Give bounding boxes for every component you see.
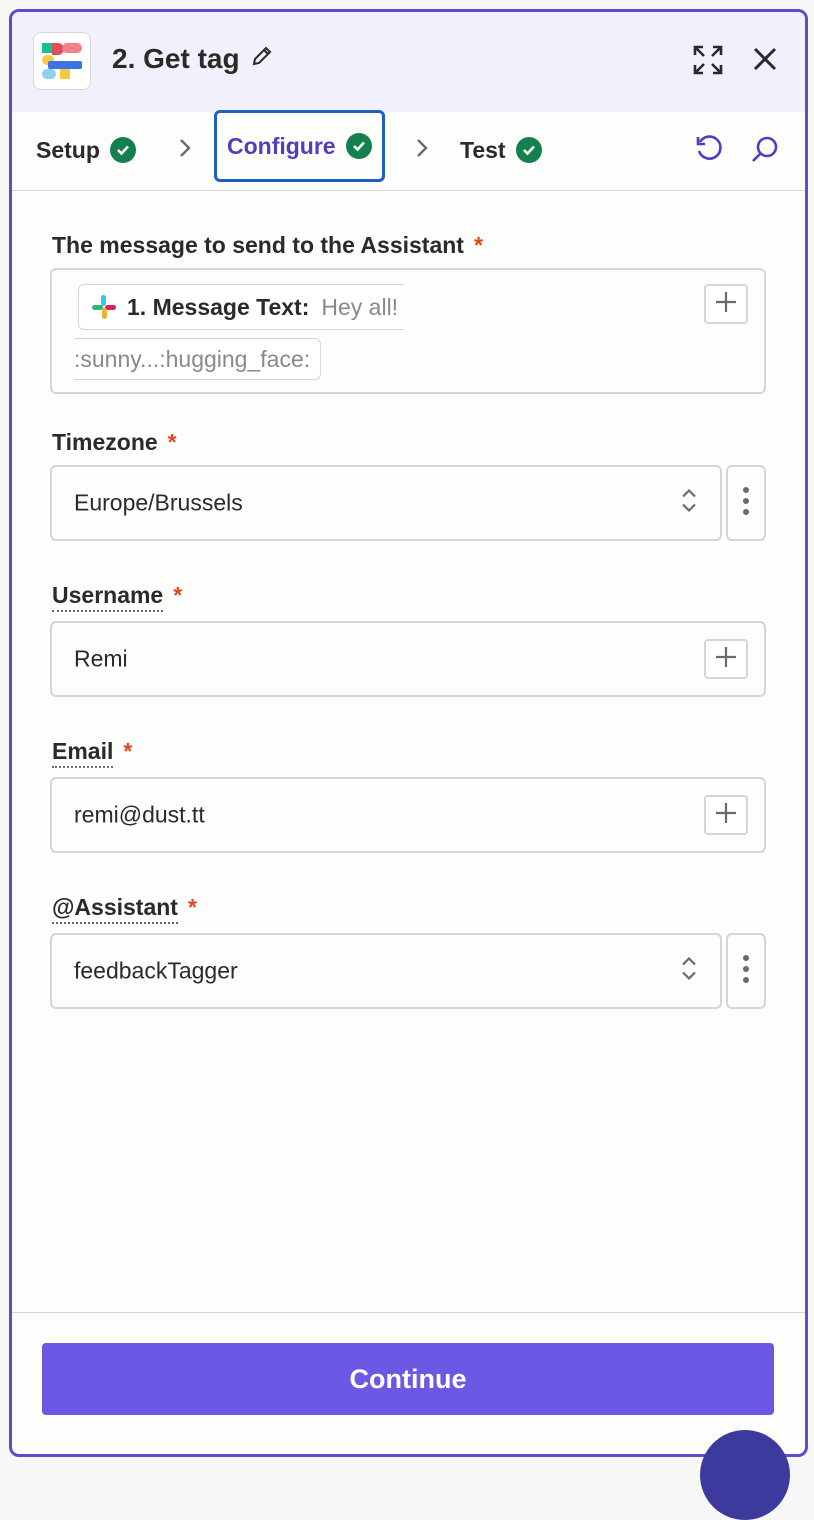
close-icon <box>752 46 778 77</box>
help-fab[interactable] <box>700 1430 790 1520</box>
plus-icon <box>714 801 738 830</box>
check-circle-icon <box>345 133 372 159</box>
username-value: Remi <box>74 645 128 672</box>
required-marker: * <box>187 894 197 920</box>
check-circle-icon <box>515 137 542 163</box>
plus-icon <box>714 645 738 674</box>
required-marker: * <box>123 738 133 764</box>
email-label-text: Email <box>52 738 114 768</box>
slack-icon <box>91 294 117 320</box>
step-tabs: Setup Configure Test <box>12 110 805 191</box>
pill-label: 1. Message Text: <box>127 293 310 320</box>
pencil-icon[interactable] <box>250 43 274 75</box>
email-field[interactable]: remi@dust.tt <box>50 777 766 853</box>
timezone-options-button[interactable] <box>726 465 766 541</box>
message-label-text: The message to send to the Assistant <box>52 232 464 258</box>
kebab-icon <box>742 954 750 989</box>
assistant-options-button[interactable] <box>726 933 766 1009</box>
chevron-right-icon <box>415 136 429 165</box>
assistant-label-text: @Assistant <box>52 894 178 924</box>
email-value: remi@dust.tt <box>74 801 205 828</box>
kebab-icon <box>742 486 750 521</box>
pill-value-line1: Hey all! <box>321 293 399 320</box>
assistant-label: @Assistant * <box>52 894 197 924</box>
tab-setup[interactable]: Setup <box>36 112 136 188</box>
app-logo <box>33 32 91 90</box>
timezone-value: Europe/Brussels <box>74 489 243 516</box>
message-text-pill-continued[interactable]: :sunny...:hugging_face: <box>74 338 322 380</box>
tab-label: Setup <box>36 136 100 163</box>
timezone-label-text: Timezone <box>52 429 158 455</box>
chevron-right-icon <box>178 136 192 165</box>
refresh-icon <box>694 134 724 169</box>
step-title[interactable]: 2. Get tag <box>112 43 274 75</box>
footer-divider <box>12 1312 805 1313</box>
username-label: Username * <box>52 582 183 612</box>
up-down-chevron-icon <box>680 487 698 520</box>
message-text-pill[interactable]: 1. Message Text: Hey all! <box>78 284 405 330</box>
assistant-value: feedbackTagger <box>74 957 238 984</box>
search-icon <box>750 134 780 169</box>
assistant-select[interactable]: feedbackTagger <box>50 933 722 1009</box>
username-field[interactable]: Remi <box>50 621 766 697</box>
timezone-select[interactable]: Europe/Brussels <box>50 465 722 541</box>
pill-value-line2: :sunny...:hugging_face: <box>74 345 311 372</box>
tab-label: Configure <box>227 132 336 159</box>
continue-button[interactable]: Continue <box>42 1343 774 1415</box>
up-down-chevron-icon <box>680 955 698 988</box>
insert-data-button[interactable] <box>704 639 748 679</box>
plus-icon <box>714 290 738 319</box>
timezone-label: Timezone * <box>52 429 177 456</box>
step-title-text: 2. Get tag <box>112 43 240 74</box>
tab-label: Test <box>460 136 506 163</box>
continue-label: Continue <box>349 1363 467 1394</box>
required-marker: * <box>473 232 483 258</box>
username-label-text: Username <box>52 582 164 612</box>
expand-icon <box>692 44 724 81</box>
close-button[interactable] <box>750 46 780 76</box>
tab-test[interactable]: Test <box>460 112 542 188</box>
message-label: The message to send to the Assistant * <box>52 232 483 259</box>
required-marker: * <box>167 429 177 455</box>
insert-data-button[interactable] <box>704 284 748 324</box>
step-editor-panel: 2. Get tag Setup Configure Test The mess… <box>9 9 808 1457</box>
expand-button[interactable] <box>690 44 726 80</box>
panel-header: 2. Get tag <box>12 12 805 112</box>
insert-data-button[interactable] <box>704 795 748 835</box>
message-field[interactable]: 1. Message Text: Hey all! :sunny...:hugg… <box>50 268 766 394</box>
search-button[interactable] <box>748 134 782 168</box>
email-label: Email * <box>52 738 133 768</box>
required-marker: * <box>173 582 183 608</box>
tab-configure[interactable]: Configure <box>214 110 385 182</box>
refresh-button[interactable] <box>692 134 726 168</box>
check-circle-icon <box>109 137 136 163</box>
